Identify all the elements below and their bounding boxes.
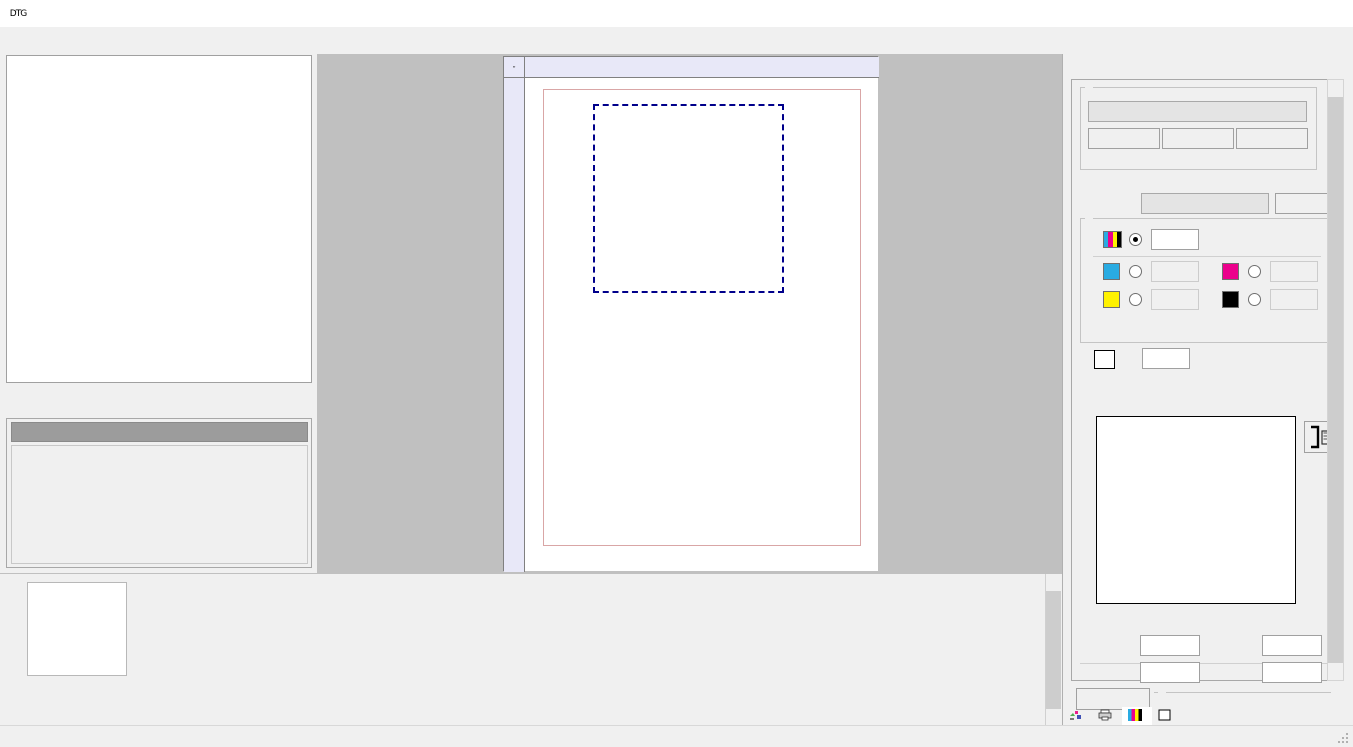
filmstrip-scrollbar[interactable] — [1045, 574, 1062, 726]
page-sheet — [543, 89, 861, 546]
info-row — [12, 492, 302, 508]
image-information-body — [11, 445, 308, 564]
color-management-panel — [1062, 54, 1353, 747]
ruler-unit-icon: ” — [513, 66, 516, 73]
vertical-gray-ramp — [1079, 416, 1093, 604]
composite-ink-radio[interactable] — [1129, 233, 1142, 246]
print-setting-group — [1080, 87, 1317, 170]
tone-curve-chart[interactable] — [1096, 416, 1296, 604]
document-canvas[interactable]: ” — [503, 56, 879, 572]
ruler-corner[interactable]: ” — [504, 57, 525, 78]
info-row — [12, 512, 302, 528]
filmstrip-scroll-up-icon[interactable] — [1046, 574, 1061, 591]
scroll-up-icon[interactable] — [1328, 80, 1343, 97]
yellow-ink-radio[interactable] — [1129, 293, 1142, 306]
save-button[interactable] — [1162, 128, 1234, 149]
printer-icon — [1098, 709, 1112, 724]
selection-box[interactable] — [593, 104, 784, 293]
ink-channel-setup-button[interactable] — [1275, 193, 1331, 214]
menu-edit[interactable] — [32, 38, 50, 44]
thumbnail-image[interactable] — [27, 582, 127, 676]
site-watermark — [666, 384, 878, 430]
page-area[interactable] — [525, 78, 878, 571]
white-ink-swatch — [1094, 350, 1115, 369]
canvas-area: ” — [317, 54, 1062, 573]
left-panel — [0, 54, 317, 573]
tone-curve-block — [1079, 416, 1334, 624]
curve-output-field[interactable] — [1262, 635, 1322, 656]
resize-grip[interactable] — [1338, 733, 1350, 745]
tab-color[interactable] — [1122, 707, 1152, 725]
menu-bar — [0, 27, 1353, 54]
black-ink-limit-input[interactable] — [1270, 289, 1318, 310]
white-icon — [1158, 709, 1171, 724]
window-controls — [1215, 0, 1353, 27]
thumbnail-filename — [8, 683, 148, 699]
initialize-button[interactable] — [1088, 128, 1160, 149]
black-ink-swatch — [1222, 291, 1239, 308]
color-icon — [1128, 708, 1142, 724]
info-row — [12, 552, 302, 568]
workspace: ” — [0, 54, 1353, 747]
print-setting-combo[interactable] — [1088, 101, 1307, 122]
app-logo-icon: DTG — [9, 8, 27, 19]
panel-body — [1071, 79, 1344, 710]
yellow-ink-limit-input[interactable] — [1151, 289, 1199, 310]
image-preview[interactable] — [6, 55, 312, 383]
scroll-thumb-vertical[interactable] — [1328, 97, 1343, 663]
thumbnail-item[interactable] — [27, 582, 127, 676]
icc-status-group — [1154, 692, 1331, 706]
tone-curve-svg[interactable] — [1097, 417, 1295, 603]
ink-limit-group — [1080, 218, 1331, 343]
menu-file[interactable] — [14, 38, 32, 44]
info-row — [12, 472, 302, 488]
composite-ink-limit-input[interactable] — [1151, 229, 1199, 250]
filmstrip-scroll-thumb[interactable] — [1046, 591, 1061, 709]
horizontal-gray-ramp — [1096, 607, 1296, 617]
cyan-ink-limit-input[interactable] — [1151, 261, 1199, 282]
brightness-field[interactable] — [1140, 662, 1200, 683]
menu-language[interactable] — [50, 38, 68, 44]
maximize-button[interactable] — [1261, 0, 1307, 27]
thumbnail-strip — [0, 573, 1062, 726]
cmyk-calibration-artwork — [7, 56, 311, 382]
black-ink-radio[interactable] — [1248, 293, 1261, 306]
filmstrip-scroll-down-icon[interactable] — [1046, 709, 1061, 726]
cyan-ink-swatch — [1103, 263, 1120, 280]
menu-view[interactable] — [68, 38, 86, 44]
panel-scrollbar-vertical[interactable] — [1327, 79, 1344, 681]
yellow-ink-swatch — [1103, 291, 1120, 308]
application-window: DTG ” — [0, 0, 1353, 747]
minimize-button[interactable] — [1215, 0, 1261, 27]
status-bar — [0, 725, 1353, 747]
close-button[interactable] — [1307, 0, 1353, 27]
vertical-ruler[interactable] — [504, 78, 525, 572]
image-information-header — [11, 422, 308, 442]
ink-channel-combo[interactable] — [1141, 193, 1269, 214]
contrast-field[interactable] — [1262, 662, 1322, 683]
title-bar: DTG — [0, 0, 1353, 27]
horizontal-ruler[interactable] — [504, 57, 879, 78]
tab-printer[interactable] — [1092, 707, 1122, 725]
cyan-ink-radio[interactable] — [1129, 265, 1142, 278]
info-row — [12, 532, 302, 548]
tab-layout[interactable] — [1063, 707, 1092, 725]
divider — [1093, 256, 1321, 257]
magenta-ink-radio[interactable] — [1248, 265, 1261, 278]
curve-input-field[interactable] — [1140, 635, 1200, 656]
magenta-ink-swatch — [1222, 263, 1239, 280]
tab-white[interactable] — [1152, 707, 1181, 725]
white-ink-limit-input[interactable] — [1142, 348, 1190, 369]
scroll-down-icon[interactable] — [1328, 663, 1343, 680]
image-information-panel — [6, 418, 312, 568]
magenta-ink-limit-input[interactable] — [1270, 261, 1318, 282]
composite-ink-swatch — [1103, 231, 1122, 248]
panel-tab-bar — [1063, 707, 1353, 725]
menu-help[interactable] — [86, 38, 104, 44]
delete-button[interactable] — [1236, 128, 1308, 149]
layout-icon — [1069, 709, 1082, 724]
